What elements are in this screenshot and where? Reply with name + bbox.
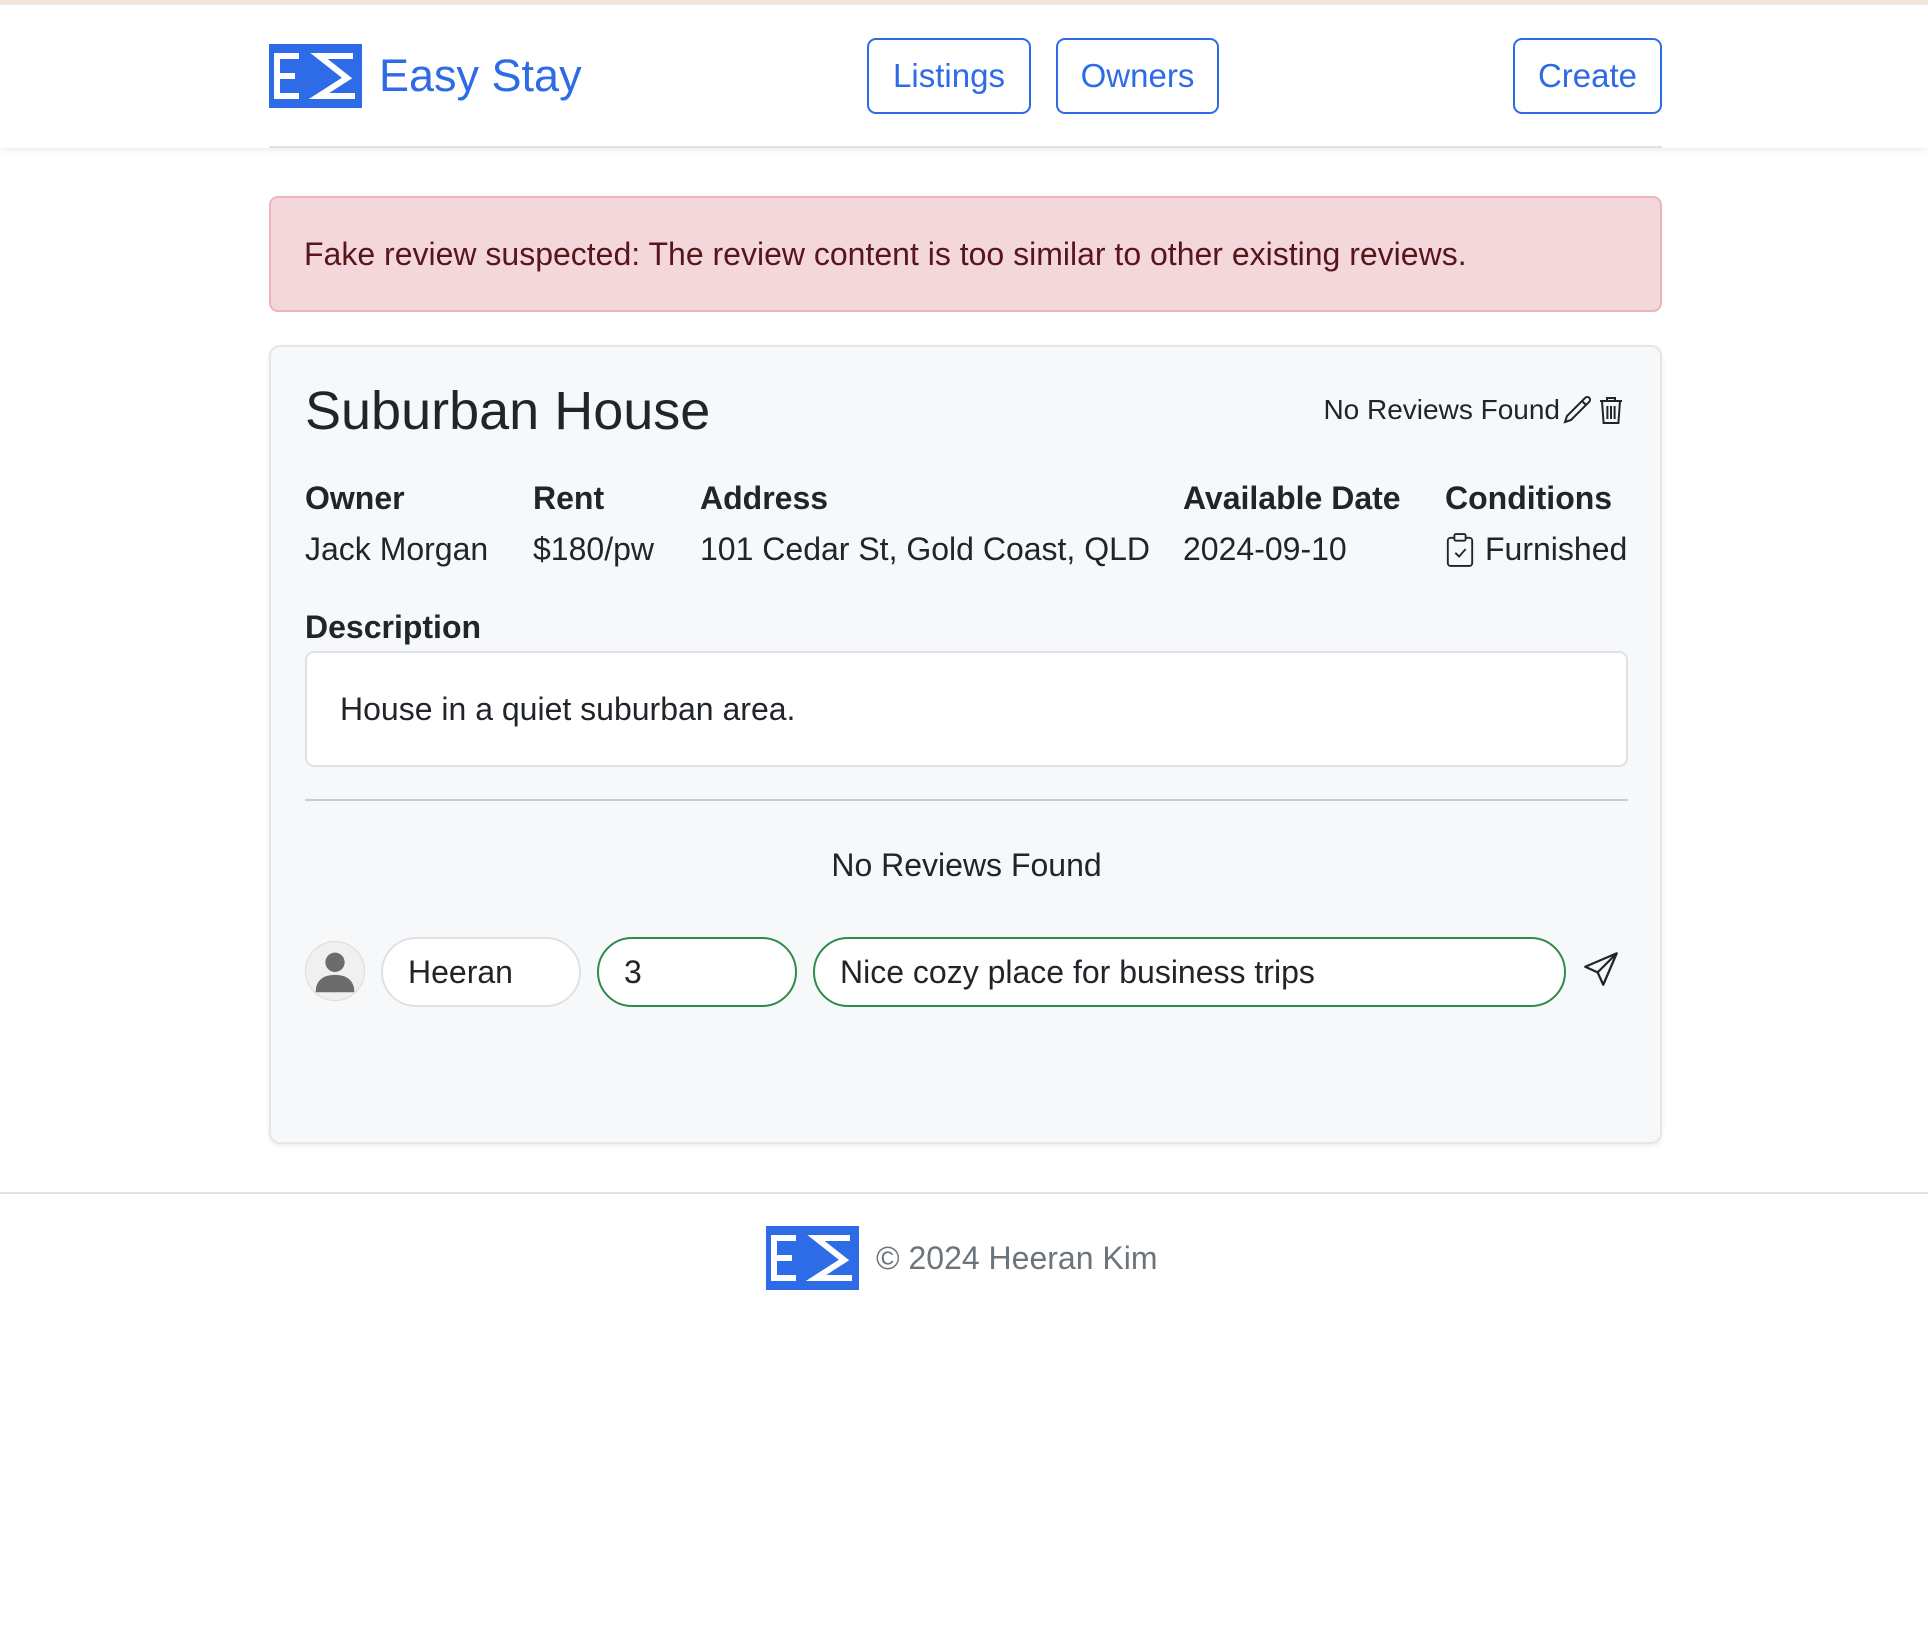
listing-title: Suburban House (305, 381, 711, 441)
owner-field: Owner Jack Morgan (305, 480, 488, 568)
alert-message: Fake review suspected: The review conten… (304, 235, 1467, 272)
reviews-divider (305, 799, 1628, 801)
person-icon (305, 941, 365, 1001)
available-date-value: 2024-09-10 (1183, 531, 1347, 567)
address-field: Address 101 Cedar St, Gold Coast, QLD (700, 480, 1150, 568)
send-icon[interactable] (1583, 951, 1623, 991)
available-date-field: Available Date 2024-09-10 (1183, 480, 1401, 568)
address-value: 101 Cedar St, Gold Coast, QLD (700, 531, 1150, 567)
conditions-field: Conditions Furnished (1445, 480, 1627, 568)
easy-stay-logo (269, 44, 362, 108)
listing-card: Suburban House No Reviews Found Owner Ja… (269, 345, 1662, 1144)
rating-summary: No Reviews Found (1323, 394, 1560, 425)
copyright-text: © 2024 Heeran Kim (876, 1239, 1158, 1276)
create-button[interactable]: Create (1513, 38, 1662, 114)
clipboard-check-icon (1445, 532, 1475, 568)
listings-button[interactable]: Listings (867, 38, 1031, 114)
owner-label: Owner (305, 480, 405, 516)
conditions-text: Furnished (1485, 531, 1628, 567)
rating-input[interactable]: 3 (597, 937, 797, 1007)
owner-value: Jack Morgan (305, 531, 489, 567)
conditions-value: Furnished (1445, 531, 1627, 568)
description-label: Description (305, 609, 482, 645)
listing-actions: No Reviews Found (1323, 393, 1628, 427)
rent-value: $180/pw (533, 531, 654, 567)
brand-link[interactable]: Easy Stay (269, 44, 582, 108)
footer-logo (766, 1226, 859, 1290)
header-divider (269, 146, 1662, 148)
review-comment-input[interactable]: Nice cozy place for business trips (813, 937, 1566, 1007)
rent-label: Rent (533, 480, 605, 516)
pencil-icon[interactable] (1560, 393, 1594, 427)
owners-button[interactable]: Owners (1056, 38, 1219, 114)
no-reviews-message: No Reviews Found (831, 847, 1102, 883)
brand-name: Easy Stay (379, 50, 582, 101)
description-text: House in a quiet suburban area. (340, 690, 796, 727)
rent-field: Rent $180/pw (533, 480, 654, 568)
reviewer-name-input[interactable]: Heeran (381, 937, 581, 1007)
available-date-label: Available Date (1183, 480, 1401, 516)
description-box: House in a quiet suburban area. (305, 651, 1628, 767)
trash-icon[interactable] (1594, 393, 1628, 427)
review-form: Heeran 3 Nice cozy place for business tr… (305, 937, 1628, 1007)
conditions-label: Conditions (1445, 480, 1613, 516)
address-label: Address (700, 480, 829, 516)
site-footer: © 2024 Heeran Kim (766, 1226, 1158, 1290)
fake-review-alert: Fake review suspected: The review conten… (269, 196, 1662, 312)
footer-divider (0, 1192, 1928, 1194)
